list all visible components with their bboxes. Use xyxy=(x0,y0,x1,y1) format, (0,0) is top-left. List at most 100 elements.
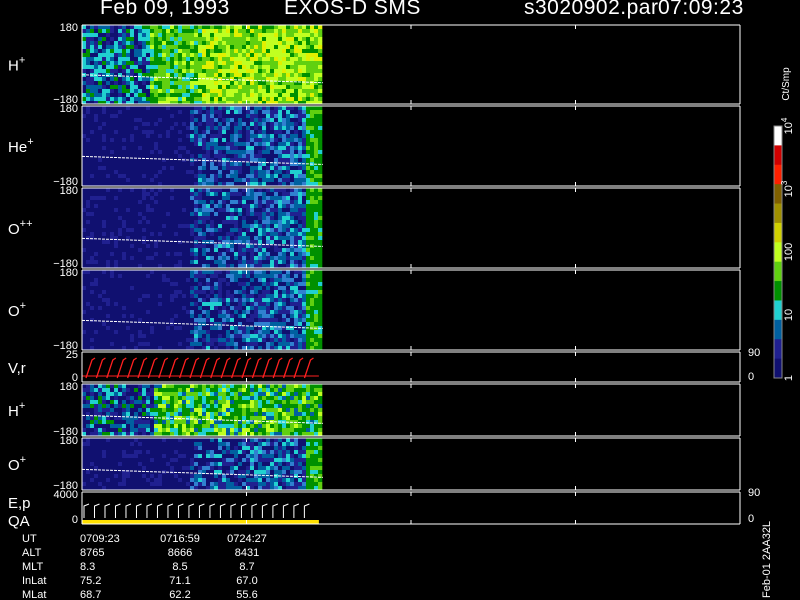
energy-step xyxy=(83,503,90,518)
velocity-mark xyxy=(241,357,252,379)
orbit-value: 8431 xyxy=(235,547,259,559)
orbit-value: 0709:23 xyxy=(80,533,120,545)
energy-step xyxy=(177,503,184,518)
panel-label: He+ xyxy=(8,136,34,156)
colorbar-swatch xyxy=(774,300,782,321)
orbit-value: 0724:27 xyxy=(227,533,267,545)
colorbar-swatch xyxy=(774,222,782,243)
velocity-mark xyxy=(95,357,106,379)
colorbar-swatch xyxy=(774,126,782,146)
colorbar-swatch xyxy=(774,319,782,340)
orbit-row-label: UT xyxy=(22,533,37,545)
panel-label: V,r xyxy=(8,360,26,377)
velocity-mark xyxy=(116,357,127,379)
energy-step xyxy=(198,503,205,518)
velocity-mark xyxy=(220,357,231,379)
panel-label-superscript: + xyxy=(19,55,25,67)
energy-step xyxy=(146,503,153,518)
energy-step xyxy=(156,503,163,518)
panel-label-superscript: ++ xyxy=(20,218,33,230)
energy-step xyxy=(135,503,142,518)
energy-step xyxy=(104,503,111,518)
velocity-mark xyxy=(231,357,242,379)
y-axis-top-label: 180 xyxy=(60,103,78,115)
energy-step xyxy=(240,503,247,518)
orbit-value: 8.7 xyxy=(239,561,254,573)
energy-step xyxy=(282,503,289,518)
y-axis-top-label: 25 xyxy=(66,349,78,361)
colorbar-swatch xyxy=(774,203,782,224)
colorbar-swatch xyxy=(774,145,782,166)
orbit-value: 62.2 xyxy=(169,589,190,600)
y-axis-top-label: 4000 xyxy=(54,489,78,501)
velocity-mark xyxy=(126,357,137,379)
orbit-value: 75.2 xyxy=(80,575,101,587)
orbit-row-label: MLT xyxy=(22,561,43,573)
velocity-mark xyxy=(283,357,294,379)
right-axis-bottom-label: 0 xyxy=(748,371,754,383)
orbit-row-label: InLat xyxy=(22,575,46,587)
panel-label: H+ xyxy=(8,400,25,420)
colorbar-tick-label: 103 xyxy=(780,180,795,197)
orbit-value: 68.7 xyxy=(80,589,101,600)
colorbar-swatch xyxy=(774,339,782,360)
panel-8: 4000 0 E,pQA 90 0 xyxy=(8,487,760,530)
velocity-mark xyxy=(147,357,158,379)
velocity-mark xyxy=(272,357,283,379)
panel-7: 180−180O+ xyxy=(8,435,741,492)
velocity-mark xyxy=(189,357,200,379)
orbit-value: 8.3 xyxy=(80,561,95,573)
y-axis-bottom-label: 0 xyxy=(72,514,78,526)
spectrogram-plot: 180−180H+180−180He+180−180O++180−180O+25… xyxy=(8,22,795,600)
orbit-info-table: UT ALT MLT InLat MLat 0709:23 8765 8.3 75.2 68.7 0… xyxy=(22,533,267,600)
orbit-value: 8765 xyxy=(80,547,104,559)
velocity-mark xyxy=(137,357,148,379)
panel-4: 180−180O+ xyxy=(8,267,741,352)
right-axis-top-label: 90 xyxy=(748,347,760,359)
energy-step xyxy=(125,503,132,518)
panel-2: 180−180He+ xyxy=(8,103,741,188)
panel-6: 180−180H+ xyxy=(8,381,741,438)
energy-step xyxy=(167,503,174,518)
panel-label: E,p xyxy=(8,495,31,512)
y-axis-top-label: 180 xyxy=(60,267,78,279)
panel-3: 180−180O++ xyxy=(8,185,741,270)
plot-stamp: Feb-01 2AA32L xyxy=(761,521,773,598)
y-axis-top-label: 180 xyxy=(60,435,78,447)
velocity-mark xyxy=(251,357,262,379)
energy-step xyxy=(188,503,195,518)
colorbar-swatch xyxy=(774,358,782,379)
velocity-mark xyxy=(179,357,189,379)
colorbar-swatch xyxy=(774,281,782,301)
panel-label-superscript: + xyxy=(20,300,26,312)
right-axis-top-label: 90 xyxy=(748,487,760,499)
velocity-mark xyxy=(199,357,210,379)
colorbar-swatch xyxy=(774,184,782,205)
velocity-mark xyxy=(210,357,221,379)
energy-step xyxy=(261,503,268,518)
velocity-mark xyxy=(303,357,314,379)
panel-label: O++ xyxy=(8,218,33,238)
colorbar-tick-label: 1 xyxy=(783,375,795,381)
colorbar-swatch xyxy=(774,242,782,263)
panel-5: 250V,r900 xyxy=(8,347,760,384)
orbit-value: 71.1 xyxy=(169,575,190,587)
panel-label-superscript: + xyxy=(20,454,26,466)
panel-label-superscript: + xyxy=(19,400,25,412)
panel-label: H+ xyxy=(8,55,25,75)
colorbar-tick-label: 104 xyxy=(780,117,795,134)
energy-step xyxy=(114,503,121,518)
colorbar-tick-exponent: 3 xyxy=(780,180,789,185)
energy-step xyxy=(303,503,310,518)
panel-label: O+ xyxy=(8,454,26,474)
orbit-row-label: ALT xyxy=(22,547,42,559)
y-axis-top-label: 180 xyxy=(60,22,78,34)
orbit-value: 67.0 xyxy=(236,575,257,587)
velocity-mark xyxy=(158,357,169,379)
panel-label-secondary: QA xyxy=(8,513,30,530)
panel-1: 180−180H+ xyxy=(8,22,741,106)
velocity-mark xyxy=(85,357,96,379)
right-axis-bottom-label: 0 xyxy=(748,513,754,525)
colorbar: 104 103 100 10 1 Ct/Smp xyxy=(773,67,795,381)
energy-step xyxy=(209,503,216,518)
